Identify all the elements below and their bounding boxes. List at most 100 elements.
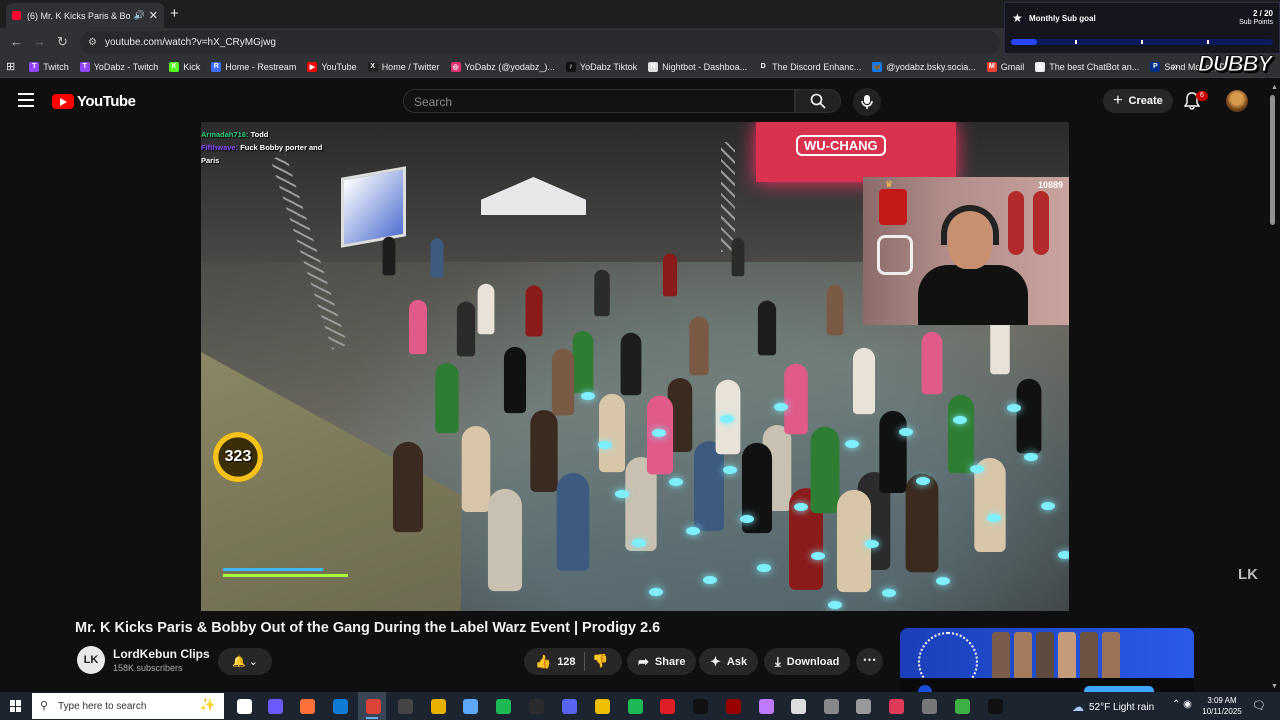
microphone-icon	[861, 95, 873, 109]
browser-tab[interactable]: (6) Mr. K Kicks Paris & Bobby 🔊 ✕	[6, 3, 164, 28]
armor-bar	[223, 568, 323, 571]
taskbar-app-icon[interactable]	[595, 699, 610, 714]
notification-center-icon[interactable]: 🗨	[1252, 699, 1266, 712]
taskbar-app-icon[interactable]	[562, 699, 577, 714]
share-icon: ➦	[638, 653, 649, 669]
voice-search-button[interactable]	[853, 88, 881, 116]
bookmark-item[interactable]: D The Discord Enhanc...	[758, 61, 861, 72]
sidebar-promo-card[interactable]	[900, 628, 1194, 692]
skateboard-decor	[1033, 191, 1049, 255]
bookmark-item[interactable]: ◎ YoDabz (@yodabz_)...	[450, 61, 555, 72]
taskbar-app-icon[interactable]	[237, 699, 252, 714]
channel-avatar[interactable]: LK	[77, 646, 105, 674]
menu-icon[interactable]	[18, 93, 34, 111]
taskbar-app-icon[interactable]	[366, 699, 381, 714]
weather-widget[interactable]: ☁ 52°F Light rain	[1072, 700, 1154, 714]
back-icon[interactable]: ←	[10, 34, 23, 49]
game-character	[556, 473, 590, 571]
sub-goal-title: Monthly Sub goal	[1029, 14, 1096, 23]
bookmark-item[interactable]: R Home - Restream	[211, 61, 296, 72]
download-button[interactable]: ⤓ Download	[764, 648, 851, 675]
close-tab-icon[interactable]: ✕	[149, 9, 158, 22]
taskbar-app-icon[interactable]	[693, 699, 708, 714]
taskbar-app-icon[interactable]	[922, 699, 937, 714]
bookmark-item[interactable]: M Gmail	[986, 61, 1025, 72]
taskbar-app-icon[interactable]	[463, 699, 478, 714]
system-tray-chevron-icon[interactable]: ⌃ ◉	[1172, 699, 1192, 710]
page-scrollbar[interactable]	[1270, 95, 1275, 225]
bookmark-label: Gmail	[1000, 61, 1025, 72]
taskbar-app-icon[interactable]	[431, 699, 446, 714]
video-player[interactable]: WU-CHANG Armadah716: Todd Fifthwave: Fuc…	[201, 122, 1069, 611]
bookmark-item[interactable]: N Nightbot - Dashboa...	[648, 61, 747, 72]
skateboard-decor	[1008, 191, 1024, 255]
plus-icon: +	[1113, 92, 1123, 109]
taskbar-app-icon[interactable]	[333, 699, 348, 714]
taskbar-app-icon[interactable]	[824, 699, 839, 714]
create-button[interactable]: + Create	[1103, 89, 1173, 113]
bookmark-item[interactable]: 🦋 @yodabz.bsky.socia...	[872, 61, 976, 72]
bookmark-favicon-icon: 🦋	[872, 61, 883, 72]
reload-icon[interactable]: ↻	[57, 34, 68, 50]
bookmark-item[interactable]: ◆ The best ChatBot an...	[1035, 61, 1139, 72]
more-actions-button[interactable]: ⋯	[856, 648, 883, 675]
bookmark-favicon-icon: ◎	[450, 61, 461, 72]
taskbar-app-icon[interactable]	[398, 699, 413, 714]
bookmark-item[interactable]: T Twitch	[29, 61, 69, 72]
taskbar-app-icon[interactable]	[496, 699, 511, 714]
bookmark-item[interactable]: ▶ YouTube	[307, 61, 357, 72]
account-avatar[interactable]	[1226, 90, 1248, 112]
taskbar-app-icon[interactable]	[300, 699, 315, 714]
search-button[interactable]	[795, 89, 841, 113]
taskbar-app-icon[interactable]	[726, 699, 741, 714]
windows-start-icon[interactable]	[10, 700, 22, 712]
taskbar-app-icon[interactable]	[759, 699, 774, 714]
taskbar-app-icon[interactable]	[988, 699, 1003, 714]
download-label: Download	[786, 655, 840, 668]
star-icon: ★	[1012, 11, 1023, 25]
progress-tick	[1207, 40, 1209, 44]
dislike-button[interactable]: 👎	[592, 653, 608, 669]
taskbar-search-input[interactable]: ⚲ Type here to search ✨	[32, 693, 224, 719]
channel-name[interactable]: LordKebun Clips	[113, 647, 210, 661]
taskbar-app-icon[interactable]	[856, 699, 871, 714]
taskbar-app-icon[interactable]	[791, 699, 806, 714]
bookmark-item[interactable]: X Home / Twitter	[367, 61, 440, 72]
more-bookmarks-icon[interactable]: »	[1172, 61, 1178, 73]
scroll-down-arrow-icon[interactable]: ▼	[1271, 683, 1278, 690]
bookmark-label: Home / Twitter	[381, 61, 440, 72]
scroll-up-arrow-icon[interactable]: ▲	[1271, 84, 1278, 91]
floor-light	[615, 490, 629, 498]
bookmark-item[interactable]: K Kick	[169, 61, 200, 72]
channel-watermark[interactable]: LK	[1238, 566, 1258, 583]
taskbar-app-icon[interactable]	[955, 699, 970, 714]
sub-goal-progress-fill	[1011, 39, 1038, 45]
level-badge: 323	[213, 432, 263, 482]
taskbar-clock[interactable]: 3:09 AM 10/11/2025	[1198, 695, 1246, 717]
promo-channel-icon	[918, 685, 932, 692]
taskbar-app-icon[interactable]	[889, 699, 904, 714]
share-button[interactable]: ➦ Share	[627, 648, 697, 675]
taskbar-app-icon[interactable]	[660, 699, 675, 714]
youtube-logo[interactable]: YouTube	[52, 93, 136, 110]
site-info-icon[interactable]: ⚙	[88, 37, 97, 48]
new-tab-icon[interactable]: +	[170, 5, 179, 22]
game-character	[689, 316, 709, 376]
taskbar-app-icon[interactable]	[529, 699, 544, 714]
game-character	[810, 426, 840, 514]
taskbar-app-icon[interactable]	[628, 699, 643, 714]
search-input[interactable]: Search	[403, 89, 795, 113]
subscribed-notification-button[interactable]: 🔔 ⌄	[218, 648, 272, 675]
bookmark-item[interactable]: T YoDabz - Twitch	[79, 61, 158, 72]
speaker-icon[interactable]: 🔊	[134, 10, 145, 21]
floor-light	[811, 552, 825, 560]
address-bar[interactable]: ⚙ youtube.com/watch?v=hX_CRyMGjwg	[80, 31, 1000, 54]
floor-light	[970, 465, 984, 473]
taskbar-app-icon[interactable]	[268, 699, 283, 714]
ask-button[interactable]: ✦ Ask	[699, 648, 759, 675]
bookmark-item[interactable]: ♪ YoDabz Tiktok	[565, 61, 637, 72]
apps-grid-icon[interactable]: ⊞	[6, 60, 15, 73]
bookmark-favicon-icon: D	[758, 61, 769, 72]
forward-icon[interactable]: →	[33, 34, 46, 49]
game-character	[598, 393, 626, 473]
